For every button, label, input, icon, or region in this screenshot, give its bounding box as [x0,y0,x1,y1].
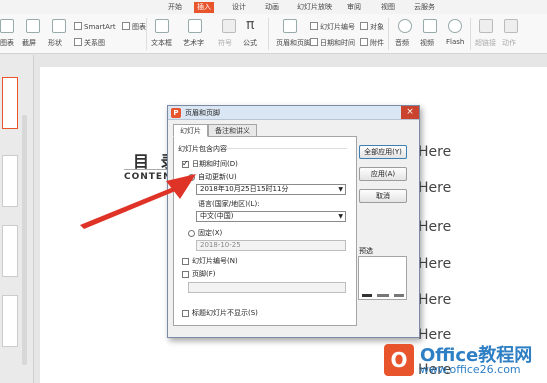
arrow-head-icon [166,174,196,199]
watermark: O Office教程网 www.office26.com [382,340,547,383]
office-logo-icon: O [384,344,414,376]
annotation-arrow [80,174,196,229]
tab-slide[interactable]: 幻灯片 [173,124,208,137]
arrow-shaft [80,186,178,229]
watermark-url: www.office26.com [420,363,521,376]
